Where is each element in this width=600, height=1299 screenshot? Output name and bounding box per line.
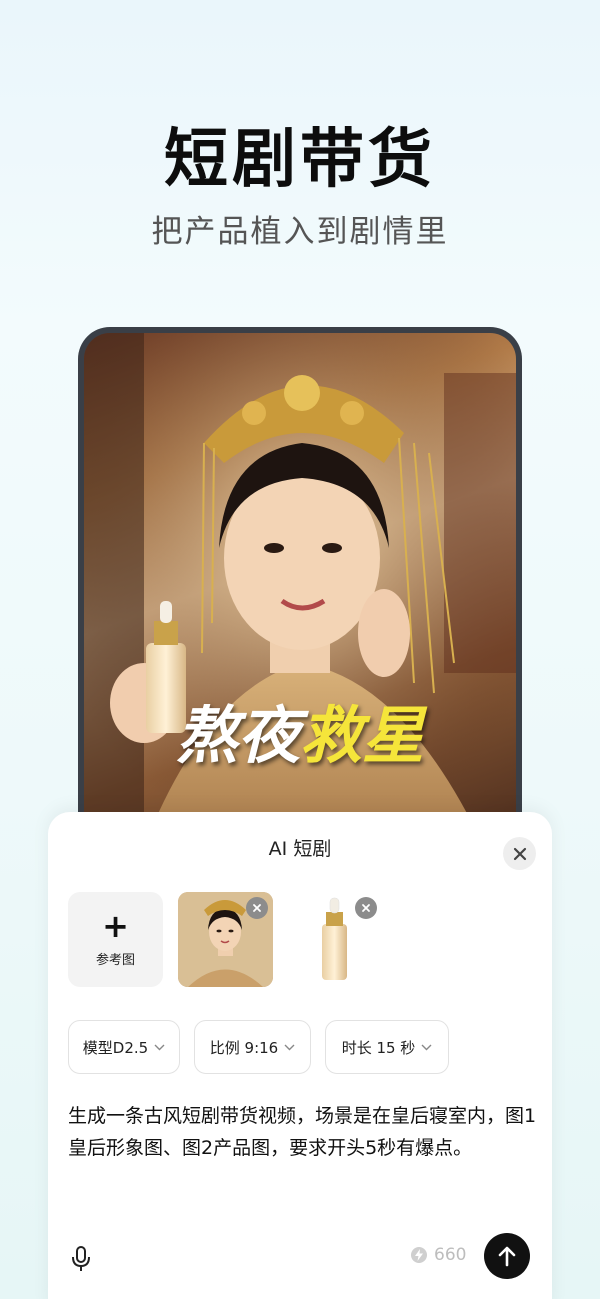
- chevron-down-icon: [421, 1044, 432, 1050]
- caption-yellow-text: 救星: [300, 699, 425, 772]
- hero-title: 短剧带货: [164, 123, 436, 197]
- ai-drama-panel: AI 短剧 + 参考图 模型D2.5 比例 9:16 时长 15 秒 生成一条古…: [48, 812, 552, 1299]
- preview-video: 熬夜救星: [84, 333, 516, 847]
- close-icon: [513, 847, 526, 860]
- send-button[interactable]: [484, 1233, 530, 1279]
- remove-icon: [253, 904, 261, 912]
- prompt-input[interactable]: 生成一条古风短剧带货视频，场景是在皇后寝室内，图1皇后形象图、图2产品图，要求开…: [68, 1100, 538, 1164]
- phone-mockup: 熬夜救星: [78, 327, 522, 847]
- credits-value: 660: [434, 1245, 467, 1265]
- hero-subtitle: 把产品植入到剧情里: [151, 214, 449, 250]
- lightning-icon: [411, 1247, 427, 1263]
- model-select-label: 模型D2.5: [82, 1038, 149, 1057]
- caption-white-text: 熬夜: [175, 699, 300, 772]
- duration-select[interactable]: 时长 15 秒: [325, 1020, 449, 1074]
- chevron-down-icon: [154, 1044, 165, 1050]
- remove-icon: [362, 904, 370, 912]
- plus-icon: +: [102, 907, 129, 945]
- microphone-icon: [72, 1246, 90, 1271]
- remove-thumbnail-2-button[interactable]: [355, 897, 377, 919]
- arrow-up-icon: [498, 1246, 516, 1267]
- close-button[interactable]: [503, 837, 536, 870]
- panel-title: AI 短剧: [268, 838, 332, 860]
- ratio-select[interactable]: 比例 9:16: [194, 1020, 311, 1074]
- model-select[interactable]: 模型D2.5: [68, 1020, 180, 1074]
- credits-counter: 660: [410, 1245, 466, 1265]
- add-reference-label: 参考图: [95, 953, 135, 968]
- chevron-down-icon: [284, 1044, 295, 1050]
- voice-input-button[interactable]: [70, 1245, 92, 1277]
- add-reference-button[interactable]: + 参考图: [68, 892, 163, 987]
- ratio-select-label: 比例 9:16: [209, 1038, 279, 1057]
- duration-select-label: 时长 15 秒: [341, 1038, 416, 1057]
- remove-thumbnail-1-button[interactable]: [246, 897, 268, 919]
- video-caption: 熬夜救星: [84, 685, 516, 775]
